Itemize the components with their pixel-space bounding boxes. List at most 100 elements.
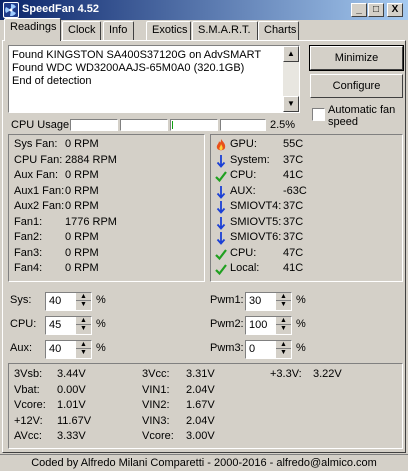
voltage-label: VIN2: bbox=[142, 399, 170, 411]
detection-log[interactable]: Found KINGSTON SA400S37120G on AdvSMART … bbox=[8, 45, 300, 113]
spin-up-icon[interactable]: ▲ bbox=[76, 317, 91, 325]
cpu-usage-label: CPU Usage bbox=[11, 119, 70, 131]
spin-up-icon[interactable]: ▲ bbox=[276, 317, 291, 325]
fan-label: Fan3: bbox=[14, 246, 43, 259]
log-line: Found WDC WD3200AAJS-65M0A0 (320.1GB) bbox=[12, 62, 245, 74]
spin-up-icon[interactable]: ▲ bbox=[276, 341, 291, 349]
right-speed-stepper[interactable]: 0 ▲ ▼ bbox=[245, 340, 292, 359]
temperature-label: AUX: bbox=[230, 184, 256, 197]
minimize-button[interactable]: Minimize bbox=[309, 45, 404, 71]
down-arrow-icon bbox=[215, 200, 227, 214]
spin-up-icon[interactable]: ▲ bbox=[76, 341, 91, 349]
right-speed-stepper[interactable]: 30 ▲ ▼ bbox=[245, 292, 292, 311]
fan-label: CPU Fan: bbox=[14, 153, 63, 166]
speed-value[interactable]: 45 bbox=[49, 319, 61, 331]
spin-down-icon[interactable]: ▼ bbox=[276, 349, 291, 357]
configure-button[interactable]: Configure bbox=[310, 74, 403, 98]
down-arrow-icon bbox=[215, 154, 227, 168]
speed-value[interactable]: 30 bbox=[249, 295, 261, 307]
tab-charts[interactable]: Charts bbox=[258, 21, 299, 40]
right-speed-label: Pwm2: bbox=[210, 318, 244, 330]
fan-label: Fan4: bbox=[14, 262, 43, 274]
left-speed-stepper[interactable]: 40 ▲ ▼ bbox=[45, 292, 92, 311]
spin-arrows-icon[interactable]: ▲ ▼ bbox=[275, 317, 291, 334]
left-speed-label: Sys: bbox=[10, 294, 32, 306]
temperature-label: SMIOVT4: bbox=[230, 200, 282, 212]
tab-readings[interactable]: Readings bbox=[4, 18, 61, 41]
left-speed-stepper[interactable]: 40 ▲ ▼ bbox=[45, 340, 92, 359]
fan-label: Aux2 Fan: bbox=[14, 200, 65, 212]
fan-label: Sys Fan: bbox=[14, 138, 58, 150]
checkmark-icon bbox=[215, 247, 227, 261]
right-speed-stepper[interactable]: 100 ▲ ▼ bbox=[245, 316, 292, 335]
fan-speed-value: 0 RPM bbox=[65, 169, 99, 181]
spin-down-icon[interactable]: ▼ bbox=[276, 301, 291, 309]
cpu-core-bar bbox=[220, 119, 266, 131]
tab-exotics[interactable]: Exotics bbox=[146, 21, 191, 40]
temperature-value: 37C bbox=[283, 231, 304, 243]
auto-fan-speed-checkbox[interactable] bbox=[312, 108, 325, 121]
down-arrow-icon bbox=[215, 216, 227, 230]
temperature-value: 55C bbox=[283, 138, 304, 150]
temperature-label: System: bbox=[230, 153, 270, 166]
spin-down-icon[interactable]: ▼ bbox=[276, 325, 291, 333]
tab-info[interactable]: Info bbox=[103, 21, 134, 40]
speed-value[interactable]: 100 bbox=[249, 319, 267, 331]
fan-speed-value: 0 RPM bbox=[65, 246, 99, 259]
fan-speed-value: 0 RPM bbox=[65, 200, 99, 212]
left-speed-label: Aux: bbox=[10, 342, 33, 354]
voltage-value: 1.67V bbox=[186, 399, 215, 411]
temperature-label: Local: bbox=[230, 262, 260, 274]
log-scrollbar[interactable]: ▲ ▼ bbox=[283, 46, 299, 112]
tab-smart[interactable]: S.M.A.R.T. bbox=[192, 21, 258, 40]
voltage-value: 3.00V bbox=[186, 430, 215, 442]
maximize-window-button[interactable]: □ bbox=[368, 3, 384, 17]
spin-arrows-icon[interactable]: ▲ ▼ bbox=[75, 317, 91, 334]
voltage-label: +12V: bbox=[14, 414, 43, 427]
spin-arrows-icon[interactable]: ▲ ▼ bbox=[275, 341, 291, 358]
voltage-value: 1.01V bbox=[57, 399, 86, 411]
voltage-label: Vbat: bbox=[14, 383, 40, 396]
flame-icon bbox=[215, 138, 227, 152]
scroll-down-arrow-icon[interactable]: ▼ bbox=[283, 96, 299, 112]
right-speed-label: Pwm1: bbox=[210, 294, 244, 306]
speed-value[interactable]: 40 bbox=[49, 343, 61, 355]
percent-unit: % bbox=[296, 318, 306, 330]
voltage-value: 3.22V bbox=[313, 368, 342, 380]
title-bar[interactable]: SpeedFan 4.52 _ □ X bbox=[0, 0, 408, 20]
voltage-label: 3Vcc: bbox=[142, 368, 170, 380]
speed-value[interactable]: 40 bbox=[49, 295, 61, 307]
voltage-label: AVcc: bbox=[14, 430, 42, 442]
spin-down-icon[interactable]: ▼ bbox=[76, 301, 91, 309]
scroll-up-arrow-icon[interactable]: ▲ bbox=[283, 46, 299, 62]
percent-unit: % bbox=[96, 318, 106, 330]
voltage-value: 3.31V bbox=[186, 368, 215, 380]
spin-down-icon[interactable]: ▼ bbox=[76, 349, 91, 357]
fan-speed-value: 0 RPM bbox=[65, 138, 99, 150]
spin-arrows-icon[interactable]: ▲ ▼ bbox=[75, 293, 91, 310]
speed-value[interactable]: 0 bbox=[249, 343, 255, 355]
voltage-label: Vcore: bbox=[14, 399, 46, 411]
close-window-button[interactable]: X bbox=[387, 3, 403, 17]
spin-up-icon[interactable]: ▲ bbox=[276, 293, 291, 301]
temperature-value: 41C bbox=[283, 262, 304, 274]
tab-clock[interactable]: Clock bbox=[62, 21, 101, 40]
spin-down-icon[interactable]: ▼ bbox=[76, 325, 91, 333]
footer-credits: Coded by Alfredo Milani Comparetti - 200… bbox=[0, 454, 408, 471]
window-title: SpeedFan 4.52 bbox=[22, 3, 100, 15]
fan-speed-value: 0 RPM bbox=[65, 231, 99, 243]
temperature-label: CPU: bbox=[230, 169, 257, 181]
left-speed-label: CPU: bbox=[10, 318, 37, 330]
spin-up-icon[interactable]: ▲ bbox=[76, 293, 91, 301]
voltage-label: Vcore: bbox=[142, 430, 174, 442]
temperature-label: SMIOVT6: bbox=[230, 231, 282, 243]
speedfan-app-icon bbox=[3, 2, 19, 18]
spin-arrows-icon[interactable]: ▲ ▼ bbox=[275, 293, 291, 310]
checkmark-icon bbox=[215, 262, 227, 276]
fan-label: Fan1: bbox=[14, 215, 43, 228]
left-speed-stepper[interactable]: 45 ▲ ▼ bbox=[45, 316, 92, 335]
spin-arrows-icon[interactable]: ▲ ▼ bbox=[75, 341, 91, 358]
cpu-core-bar bbox=[120, 119, 168, 131]
percent-unit: % bbox=[96, 342, 106, 354]
minimize-window-button[interactable]: _ bbox=[351, 3, 367, 17]
